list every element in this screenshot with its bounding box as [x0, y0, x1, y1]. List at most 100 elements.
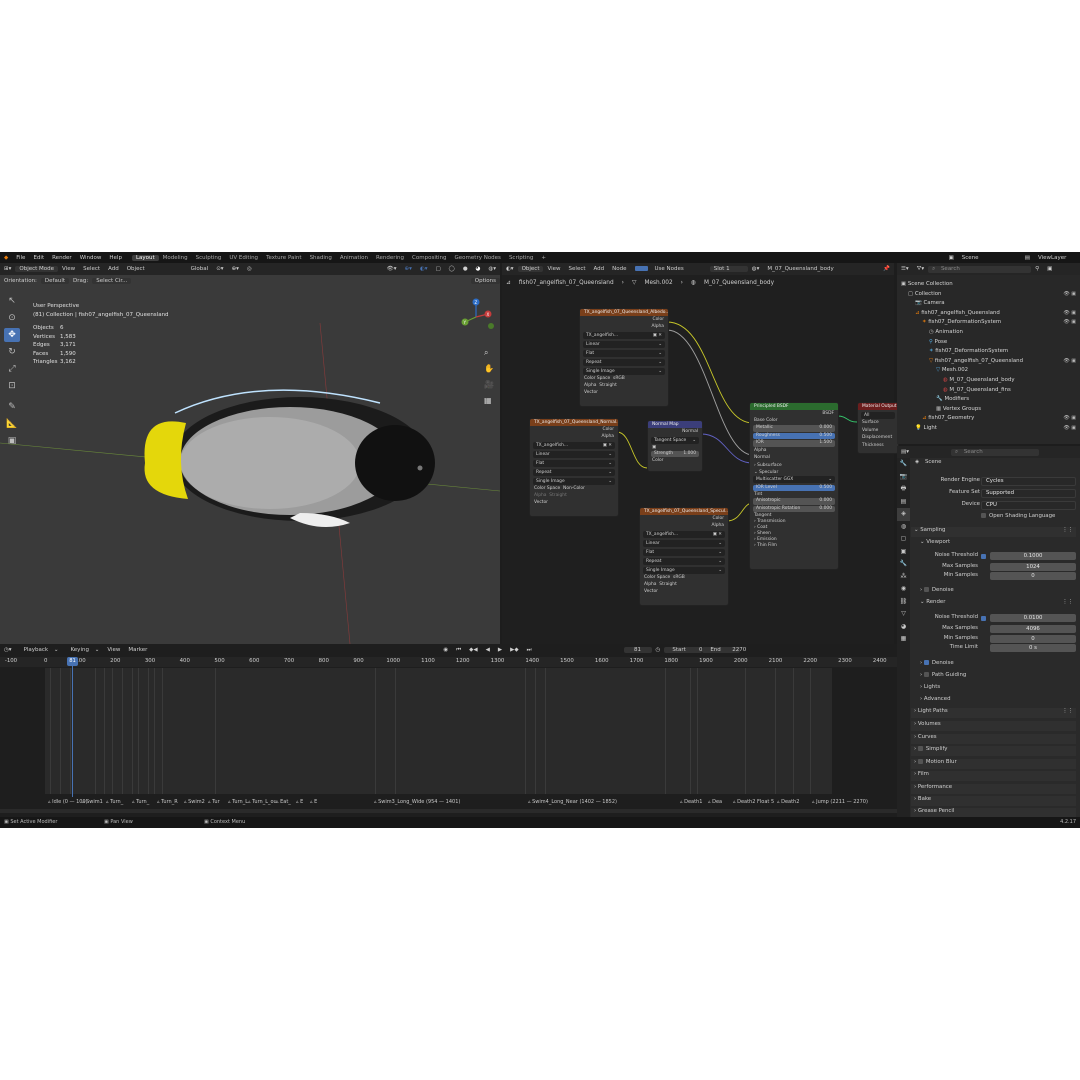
lights-subpanel[interactable]: › Lights	[911, 684, 1076, 694]
zoom-icon[interactable]: ⌕	[484, 345, 494, 361]
outliner-item[interactable]: ▣ Scene Collection	[901, 280, 1080, 290]
outliner-item[interactable]: ▽ fish07_angelfish_07_Queensland 👁 ▣	[929, 357, 1080, 367]
timeline-marker[interactable]: ▵ Turn_R	[157, 799, 178, 805]
vp-noise-threshold-field[interactable]: 0.1000	[990, 552, 1076, 560]
socket-spec-alpha[interactable]: Alpha	[640, 522, 728, 531]
spec-extension-dropdown[interactable]: Repeat ⌄	[643, 557, 725, 565]
panel-bake[interactable]: › Bake	[911, 796, 1076, 806]
r-max-samples-field[interactable]: 4096	[990, 625, 1076, 633]
play-reverse-icon[interactable]: ◀	[482, 647, 494, 653]
render-subpanel-header[interactable]: ⌄ Render ⋮⋮	[911, 599, 1076, 609]
timeline-marker[interactable]: ▵ Death2	[777, 799, 799, 805]
normal-extension-dropdown[interactable]: Repeat ⌄	[533, 468, 615, 476]
outliner-item[interactable]: 📷 Camera	[915, 299, 1080, 309]
socket-spec-vector[interactable]: Vector	[640, 588, 728, 595]
visibility-toggle-icon[interactable]: 👁 ▣	[1063, 318, 1076, 328]
albedo-projection-dropdown[interactable]: Flat ⌄	[583, 349, 665, 357]
outliner[interactable]: ☰▾ ⛛▾ ⌕ Search ⚲ ▣ ▣ Scene Collection ▢ C…	[897, 263, 1080, 444]
outliner-item[interactable]: ▦ Vertex Groups	[936, 405, 1080, 415]
socket-displacement[interactable]: Displacement	[858, 434, 898, 442]
tool-tab-icon[interactable]: 🔧	[897, 458, 910, 471]
menu-render[interactable]: Render	[48, 255, 76, 261]
normal-source-dropdown[interactable]: Single Image ⌄	[533, 477, 615, 485]
time-limit-field[interactable]: 0 s	[990, 644, 1076, 652]
pan-hand-icon[interactable]: ✋	[484, 361, 494, 377]
timeline-marker[interactable]: ▵ Dea	[708, 799, 722, 805]
node-normal-map[interactable]: Normal Map Normal Tangent Space ⌄ ▣ Stren…	[647, 420, 703, 472]
menu-file[interactable]: File	[12, 255, 29, 261]
tab-modeling[interactable]: Modeling	[159, 255, 192, 261]
outliner-item[interactable]: ⊿ fish07_angelfish_Queensland 👁 ▣	[915, 309, 1080, 319]
timeline-editor[interactable]: ◷▾ Playback ⌄ Keying ⌄ View Marker ◉ ⏮ ◆…	[0, 644, 897, 817]
advanced-subpanel[interactable]: › Advanced	[911, 696, 1076, 706]
outliner-item[interactable]: 💡 Light 👁 ▣	[915, 424, 1080, 434]
timeline-menu-playback[interactable]: Playback ⌄	[16, 647, 63, 653]
particles-tab-icon[interactable]: ⁂	[897, 571, 910, 584]
timeline-marker[interactable]: ▵ Turn_	[132, 799, 149, 805]
socket-surface[interactable]: Surface	[858, 419, 898, 427]
timeline-tracks[interactable]	[45, 668, 832, 794]
timeline-marker[interactable]: ▵ Swim4_Long_Near (1402 — 1852)	[528, 799, 617, 805]
uv-map-field[interactable]: ▣	[648, 444, 702, 450]
jump-start-icon[interactable]: ⏮	[452, 647, 465, 654]
timeline-marker[interactable]: ▵ Swim2	[184, 799, 205, 805]
panel-specular[interactable]: ⌄ Specular	[750, 469, 838, 476]
tab-geometry-nodes[interactable]: Geometry Nodes	[451, 255, 505, 261]
panel-thin-film[interactable]: › Thin Film	[750, 543, 838, 549]
timeline-marker[interactable]: ▵ Swim3_Long_Wide (954 — 1401)	[374, 799, 460, 805]
node-image-texture-normal[interactable]: TX_angelfish_07_Queensland_Normal... Col…	[529, 418, 619, 517]
vp-max-samples-field[interactable]: 1024	[990, 563, 1076, 571]
outliner-item[interactable]: ◍ M_07_Queensland_fins	[943, 386, 1080, 396]
tab-texture-paint[interactable]: Texture Paint	[262, 255, 306, 261]
tab-layout[interactable]: Layout	[131, 254, 159, 261]
panel-light-paths[interactable]: › Light Paths ⋮⋮	[911, 708, 1076, 718]
physics-tab-icon[interactable]: ◉	[897, 583, 910, 596]
outliner-item[interactable]: ▽ Mesh.002	[936, 366, 1080, 376]
modifier-tab-icon[interactable]: 🔧	[897, 558, 910, 571]
outliner-filter-icon[interactable]: ⚲	[1031, 266, 1043, 272]
normal-colorspace[interactable]: Color Space Non-Color	[530, 485, 618, 492]
spec-interp-dropdown[interactable]: Linear ⌄	[643, 539, 725, 547]
timeline-menu-marker[interactable]: Marker	[124, 647, 151, 653]
auto-key-icon[interactable]: ◉	[439, 647, 452, 653]
albedo-image-selector[interactable]: TX_angelfish... ▣ ✕	[583, 331, 665, 339]
material-tab-icon[interactable]: ◕	[897, 621, 910, 634]
timeline-marker[interactable]: ▵ Turn_	[106, 799, 123, 805]
node-image-texture-albedo[interactable]: TX_angelfish_07_Queensland_Albedo... Col…	[579, 308, 669, 407]
socket-albedo-vector[interactable]: Vector	[580, 389, 668, 396]
timeline-marker[interactable]: ▵ Death1	[680, 799, 702, 805]
albedo-interp-dropdown[interactable]: Linear ⌄	[583, 340, 665, 348]
r-denoise-subpanel[interactable]: › Denoise	[911, 660, 1076, 670]
normal-projection-dropdown[interactable]: Flat ⌄	[533, 459, 615, 467]
sampling-panel-header[interactable]: ⌄ Sampling ⋮⋮	[911, 527, 1076, 537]
outliner-item[interactable]: ◍ M_07_Queensland_body	[943, 376, 1080, 386]
outliner-item[interactable]: ⊿ fish07_Geometry 👁 ▣	[922, 414, 1080, 424]
output-target-dropdown[interactable]: All	[861, 412, 895, 419]
visibility-toggle-icon[interactable]: 👁 ▣	[1063, 290, 1076, 300]
new-collection-icon[interactable]: ▣	[1043, 266, 1056, 272]
play-icon[interactable]: ▶	[494, 647, 506, 653]
outliner-search-input[interactable]: ⌕ Search	[928, 265, 1032, 273]
panel-film[interactable]: › Film	[911, 771, 1076, 781]
spec-projection-dropdown[interactable]: Flat ⌄	[643, 548, 725, 556]
socket-normal-map-out[interactable]: Normal	[648, 428, 702, 437]
output-tab-icon[interactable]: 🖶	[897, 483, 910, 496]
socket-normal-tex-alpha[interactable]: Alpha	[530, 433, 618, 442]
properties-editor[interactable]: ▤▾ ⌕ Search 🔧 📷 🖶 ▤ ◈ ◍ ▢ ▣ 🔧 ⁂ ◉ ⛓ ▽ ◕ …	[897, 446, 1080, 818]
distribution-dropdown[interactable]: Multiscatter GGX ⌄	[753, 475, 835, 483]
tab-compositing[interactable]: Compositing	[408, 255, 450, 261]
tab-shading[interactable]: Shading	[306, 255, 336, 261]
timeline-marker[interactable]: ▵ Turn_L_ou	[248, 799, 277, 805]
feature-set-dropdown[interactable]: Supported	[981, 489, 1076, 498]
timeline-type-icon[interactable]: ◷▾	[0, 647, 16, 653]
preview-range-icon[interactable]: ◷	[652, 647, 665, 653]
socket-bsdf-out[interactable]: BSDF	[750, 410, 838, 417]
timeline-marker[interactable]: ▵ Jump (2211 — 2270)	[812, 799, 868, 805]
timeline-marker[interactable]: ▵ Tur	[208, 799, 220, 805]
properties-search-input[interactable]: ⌕ Search	[950, 448, 1039, 456]
prev-keyframe-icon[interactable]: ◆◀	[465, 647, 481, 653]
tab-scripting[interactable]: Scripting	[505, 255, 537, 261]
panel-curves[interactable]: › Curves	[911, 734, 1076, 744]
r-noise-threshold-checkbox[interactable]	[981, 616, 986, 621]
panel-performance[interactable]: › Performance	[911, 784, 1076, 794]
